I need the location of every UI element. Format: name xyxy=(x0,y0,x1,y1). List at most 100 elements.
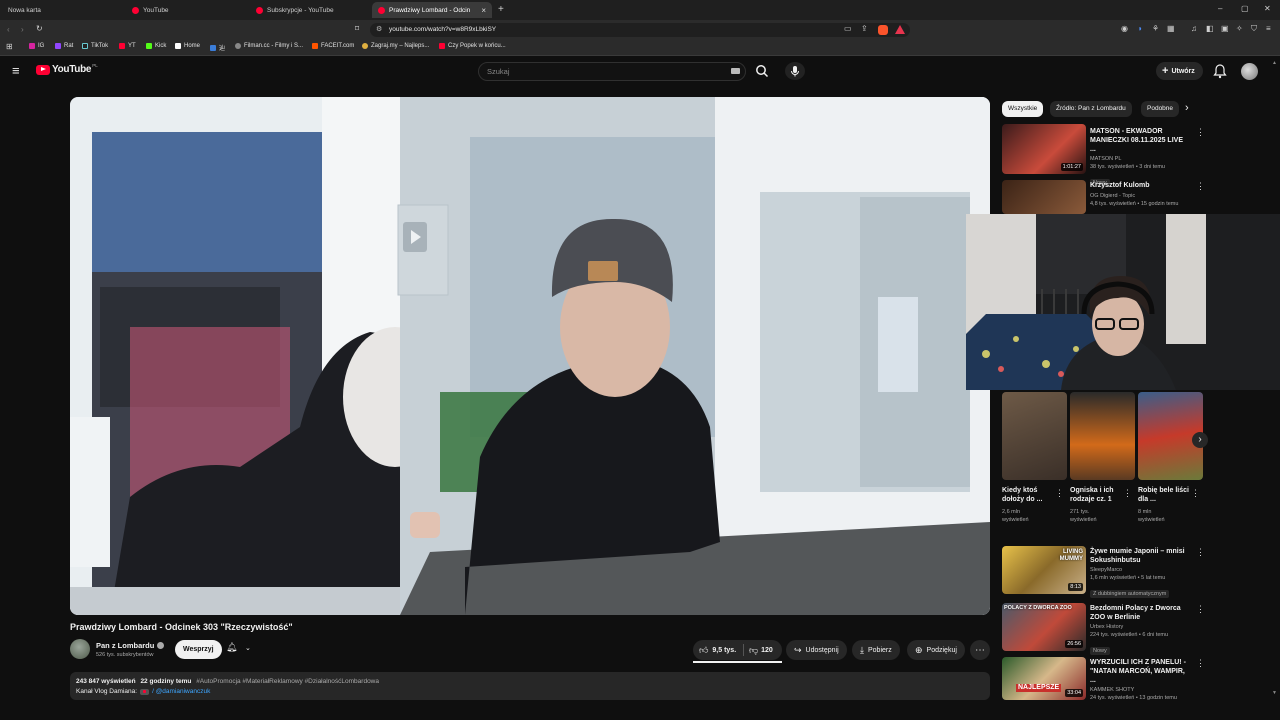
hashtags[interactable]: #AutoPromocja #MateriałReklamowy #Działa… xyxy=(196,678,379,685)
short-thumbnail[interactable] xyxy=(1002,392,1067,480)
notifications-bell-icon[interactable] xyxy=(1213,63,1227,79)
video-thumbnail[interactable]: 1:01:27 xyxy=(1002,124,1086,174)
bookmark-zagraj[interactable]: Zagraj.my – Najleps... xyxy=(362,43,429,49)
brave-rewards-icon[interactable] xyxy=(895,25,905,34)
more-vert-icon[interactable]: ⋮ xyxy=(1196,658,1205,669)
bookmark-rat[interactable]: Rat xyxy=(55,43,73,49)
sidebar-toggle-icon[interactable]: ◧ xyxy=(1206,24,1214,33)
chip-all[interactable]: Wszystkie xyxy=(1002,101,1044,117)
browser-tab[interactable]: Nowa karta xyxy=(2,2,126,18)
channel-handle-link[interactable]: / @damianiwanczuk xyxy=(152,688,210,695)
notification-bell-icon[interactable]: 🔔︎ xyxy=(226,642,237,653)
short-info[interactable]: Robię bele liści dla ... 8 mln wyświetle… xyxy=(1138,486,1192,524)
video-thumbnail[interactable]: LIVING MUMMY 8:13 xyxy=(1002,546,1086,594)
download-button[interactable]: ⤓ Pobierz xyxy=(852,640,900,660)
apps-grid-icon[interactable]: ⊞ xyxy=(6,42,13,51)
maximize-icon[interactable]: ▢ xyxy=(1241,4,1249,13)
tab-group-icon[interactable]: ▣ xyxy=(1221,24,1229,33)
more-vert-icon[interactable]: ⋮ xyxy=(1055,488,1064,499)
video-player[interactable] xyxy=(70,97,990,615)
scroll-up-icon[interactable]: ▲ xyxy=(1272,60,1277,66)
more-vert-icon[interactable]: ⋮ xyxy=(1196,181,1205,192)
keyboard-icon[interactable] xyxy=(731,68,740,74)
bookmark-yt[interactable]: YT xyxy=(119,43,136,49)
close-tab-icon[interactable]: × xyxy=(481,6,486,15)
video-info[interactable]: MATSON - EKWADOR MANIECZKI 08.11.2025 LI… xyxy=(1090,127,1190,189)
youtube-favicon-icon xyxy=(256,6,263,14)
page-scrollbar[interactable]: ▲ ▼ xyxy=(1272,60,1278,700)
channel-name-link[interactable]: Pan z Lombardu xyxy=(96,641,165,650)
url-field[interactable]: ⚙ youtube.com/watch?v=w8R9xLbkiSY xyxy=(370,23,910,37)
bookmark-popek[interactable]: Czy Popek w końcu... xyxy=(439,43,506,49)
brave-shield-icon[interactable] xyxy=(878,25,888,35)
bookmark-kanji[interactable]: 辿 xyxy=(210,43,225,52)
more-vert-icon[interactable]: ⋮ xyxy=(1196,547,1205,558)
shorts-next-chevron-icon[interactable]: › xyxy=(1192,432,1208,448)
video-frame xyxy=(70,97,990,615)
more-vert-icon[interactable]: ⋮ xyxy=(1123,488,1132,499)
chevron-right-icon[interactable]: › xyxy=(1185,102,1189,114)
support-button[interactable]: Wesprzyj xyxy=(175,640,222,659)
more-vert-icon[interactable]: ⋮ xyxy=(1196,604,1205,615)
video-info[interactable]: Bezdomni Polacy z Dworca ZOO w Berlinie … xyxy=(1090,604,1190,657)
share-button[interactable]: ↪ Udostępnij xyxy=(786,640,847,660)
bookmark-faceit[interactable]: FACEIT.com xyxy=(312,43,354,49)
forward-icon[interactable]: › xyxy=(21,25,24,34)
account-avatar[interactable] xyxy=(1241,63,1258,80)
voice-search-icon[interactable] xyxy=(785,62,805,80)
back-icon[interactable]: ‹ xyxy=(7,25,10,34)
site-info-icon[interactable]: ⚙ xyxy=(376,23,382,37)
video-thumbnail[interactable] xyxy=(1002,180,1086,214)
hamburger-menu-icon[interactable]: ≡ xyxy=(12,64,20,77)
leo-icon[interactable]: ✧ xyxy=(1236,24,1243,33)
cast-icon[interactable]: ▭ xyxy=(844,24,852,33)
reload-icon[interactable]: ↻ xyxy=(36,24,43,33)
youtube-logo[interactable]: YouTube PL xyxy=(36,63,98,75)
dislike-button[interactable]: 👎︎ 120 xyxy=(745,640,782,660)
bookmark-ig[interactable]: IG xyxy=(29,43,44,49)
bookmark-tiktok[interactable]: TikTok xyxy=(82,43,108,49)
browser-tab[interactable]: Subskrypcje - YouTube xyxy=(250,2,370,18)
youtube-icon xyxy=(119,43,125,49)
extension-icon[interactable]: ◑ xyxy=(1137,24,1142,33)
bookmark-filman[interactable]: Filman.cc - Filmy i S... xyxy=(235,43,303,49)
video-info[interactable]: Żywe mumie Japonii – mnisi Sokushinbutsu… xyxy=(1090,547,1190,600)
description-text: Kanał Vlog Damiana: xyxy=(76,688,138,695)
like-button[interactable]: 👍︎ 9,5 tys. xyxy=(693,640,743,660)
chip-from-channel[interactable]: Źródło: Pan z Lombardu xyxy=(1050,101,1132,117)
browser-tab[interactable]: YouTube xyxy=(126,2,250,18)
scroll-down-icon[interactable]: ▼ xyxy=(1272,690,1277,696)
search-icon[interactable] xyxy=(754,63,770,79)
more-vert-icon[interactable]: ⋮ xyxy=(1196,127,1205,138)
minimize-icon[interactable]: – xyxy=(1218,4,1222,13)
short-thumbnail[interactable] xyxy=(1070,392,1135,480)
create-button[interactable]: + Utwórz xyxy=(1156,62,1203,80)
browser-tab-active[interactable]: Prawdziwy Lombard - Odcin × xyxy=(372,2,492,18)
search-input[interactable]: Szukaj xyxy=(478,62,746,81)
bookmark-kick[interactable]: Kick xyxy=(146,43,166,49)
channel-avatar[interactable] xyxy=(70,639,90,659)
thanks-button[interactable]: ⊕ Podziękuj xyxy=(907,640,965,660)
video-info[interactable]: Krzysztof Kulomb OG Digierd - Topic 4,8 … xyxy=(1090,181,1190,208)
short-info[interactable]: Kiedy ktoś dołoży do ... 2,6 mln wyświet… xyxy=(1002,486,1056,524)
description-box[interactable]: 243 847 wyświetleń 22 godziny temu #Auto… xyxy=(70,672,990,700)
more-actions-icon[interactable]: ⋯ xyxy=(970,640,990,660)
bookmark-icon[interactable]: ⌑ xyxy=(355,24,359,33)
extension-icon[interactable]: ◉ xyxy=(1121,24,1128,33)
chevron-down-icon[interactable]: ⌄ xyxy=(245,644,251,652)
extension-icon[interactable]: ⚘ xyxy=(1152,24,1159,33)
bookmark-home[interactable]: Home xyxy=(175,43,200,49)
new-tab-icon[interactable]: + xyxy=(498,4,504,15)
short-info[interactable]: Ogniska i ich rodzaje cz. 1 271 tys. wyś… xyxy=(1070,486,1124,524)
share-page-icon[interactable]: ⇪ xyxy=(861,24,868,33)
more-vert-icon[interactable]: ⋮ xyxy=(1191,488,1200,499)
menu-icon[interactable]: ≡ xyxy=(1266,24,1271,33)
media-icon[interactable]: ♫ xyxy=(1191,24,1197,33)
video-thumbnail[interactable]: POLACY Z DWORCA ZOO 26:56 xyxy=(1002,603,1086,651)
video-info[interactable]: WYRZUCILI ICH Z PANELU! - "NATAN MARCOŃ,… xyxy=(1090,658,1190,702)
chip-related[interactable]: Podobne xyxy=(1141,101,1179,117)
close-window-icon[interactable]: ✕ xyxy=(1264,4,1271,13)
extensions-icon[interactable]: ▦ xyxy=(1167,24,1175,33)
video-thumbnail[interactable]: NAJLEPSZE 33:04 xyxy=(1002,657,1086,700)
vpn-icon[interactable]: ⛉ xyxy=(1251,24,1257,34)
